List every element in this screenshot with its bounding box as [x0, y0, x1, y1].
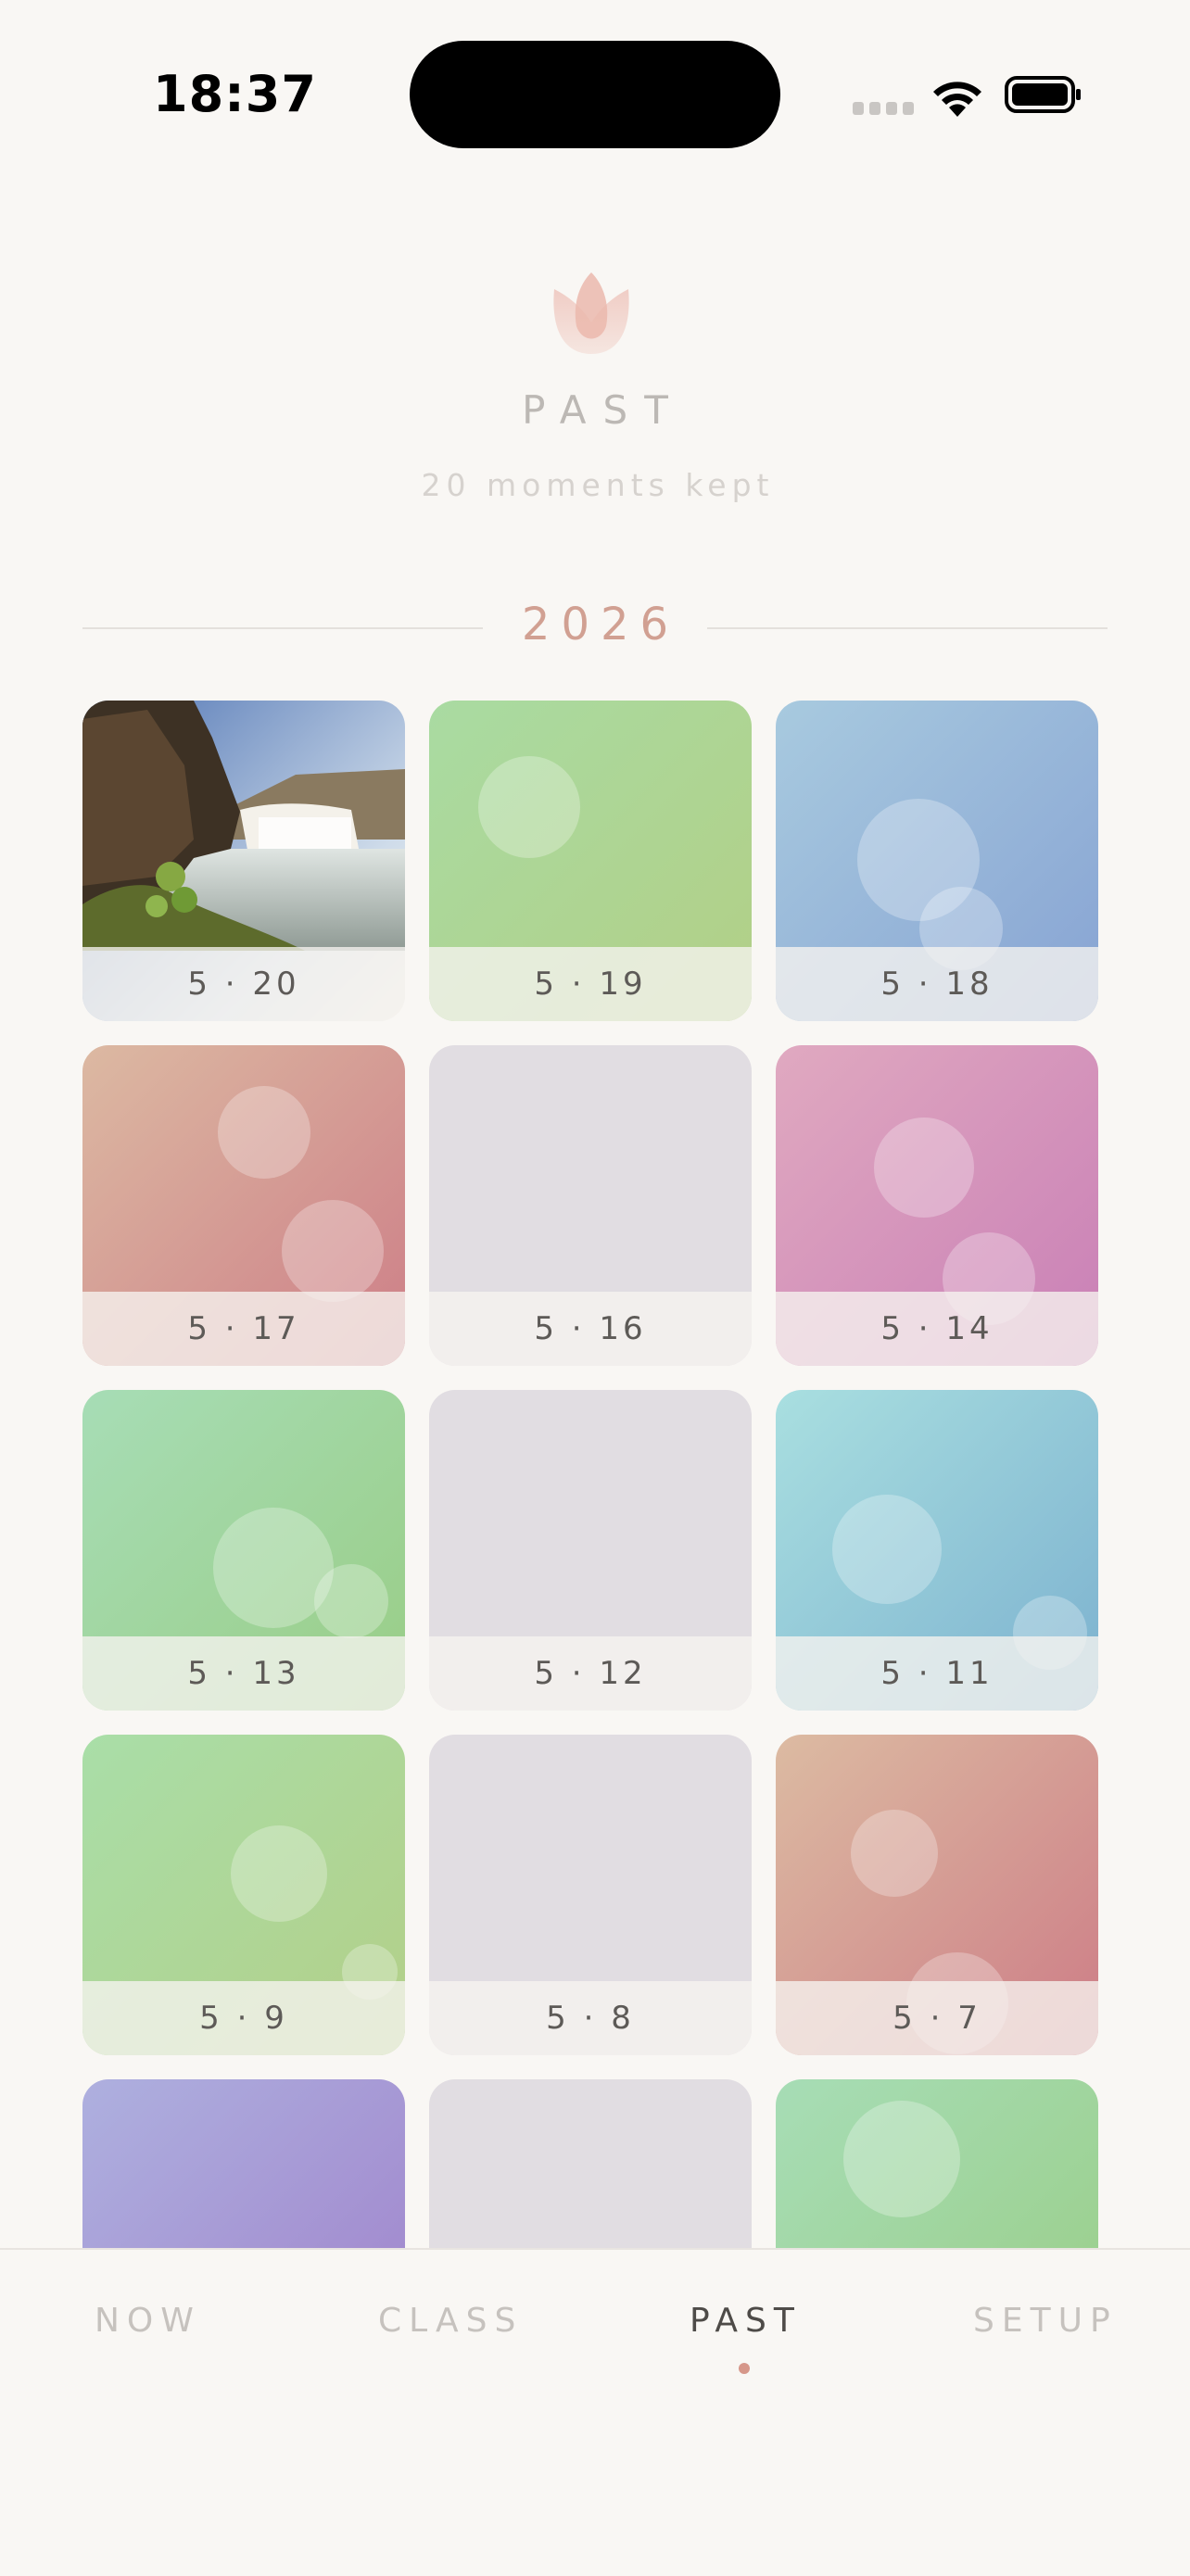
- tab-setup[interactable]: SETUP: [973, 2302, 1118, 2340]
- moment-date: 5 · 19: [534, 966, 647, 1003]
- moment-color-fill: [82, 2079, 405, 2248]
- moment-tile[interactable]: 5 · 16: [429, 1045, 752, 1366]
- tab-class[interactable]: CLASS: [378, 2302, 523, 2340]
- moment-tile[interactable]: 5 · 17: [82, 1045, 405, 1366]
- moment-date: 5 · 18: [880, 966, 994, 1003]
- decorative-bubble: [231, 1825, 327, 1922]
- moment-date: 5 · 9: [199, 2000, 288, 2037]
- decorative-bubble: [874, 1118, 974, 1218]
- moment-tile[interactable]: 5 · 11: [776, 1390, 1098, 1711]
- empty-moment-fill: [429, 2079, 752, 2248]
- moment-tile[interactable]: 5 · 14: [776, 1045, 1098, 1366]
- decorative-bubble: [282, 1200, 384, 1302]
- moment-date: 5 · 20: [187, 966, 300, 1003]
- moment-date: 5 · 16: [534, 1310, 647, 1347]
- cellular-signal-icon: [853, 102, 914, 117]
- decorative-bubble: [851, 1810, 938, 1897]
- year-label: 2026: [521, 599, 680, 650]
- moment-tile[interactable]: 5 · 7: [776, 1735, 1098, 2055]
- decorative-bubble: [478, 756, 580, 858]
- moment-tile[interactable]: 5 · 20: [82, 701, 405, 1021]
- moment-date: 5 · 12: [534, 1655, 647, 1692]
- moment-tile[interactable]: 5 · 18: [776, 701, 1098, 1021]
- wifi-icon: [933, 82, 981, 117]
- moment-date: 5 · 7: [892, 2000, 981, 2037]
- active-tab-indicator: [739, 2363, 750, 2374]
- moment-date: 5 · 8: [546, 2000, 635, 2037]
- decorative-bubble: [218, 1086, 310, 1179]
- moment-tile[interactable]: 5 · 8: [429, 1735, 752, 2055]
- moment-date: 5 · 17: [187, 1310, 300, 1347]
- moment-date: 5 · 14: [880, 1310, 994, 1347]
- moment-tile[interactable]: [429, 2079, 752, 2248]
- moment-tile[interactable]: [82, 2079, 405, 2248]
- moment-tile[interactable]: 5 · 13: [82, 1390, 405, 1711]
- moment-date: 5 · 11: [880, 1655, 994, 1692]
- tab-now[interactable]: NOW: [95, 2302, 201, 2340]
- tab-past[interactable]: PAST: [690, 2302, 802, 2340]
- dynamic-island: [410, 41, 780, 148]
- decorative-bubble: [314, 1564, 388, 1638]
- page-subtitle: 20 moments kept: [421, 467, 775, 503]
- moment-tile[interactable]: 5 · 19: [429, 701, 752, 1021]
- status-time: 18:37: [153, 65, 317, 123]
- moments-grid[interactable]: 5 · 20 5 · 19 5 · 18 5 · 17 5 · 16 5 · 14 5 · …: [0, 686, 1190, 2248]
- page-title: PAST: [522, 387, 685, 433]
- decorative-bubble: [832, 1495, 942, 1604]
- battery-icon: [1005, 76, 1081, 113]
- tab-bar: NOW CLASS PAST SETUP: [0, 2248, 1190, 2576]
- moment-tile[interactable]: 5 · 9: [82, 1735, 405, 2055]
- moment-date: 5 · 13: [187, 1655, 300, 1692]
- status-bar: 18:37: [0, 0, 1190, 195]
- moment-tile[interactable]: 5 · 12: [429, 1390, 752, 1711]
- decorative-bubble: [843, 2101, 960, 2217]
- tulip-icon: [553, 272, 629, 354]
- moment-tile[interactable]: [776, 2079, 1098, 2248]
